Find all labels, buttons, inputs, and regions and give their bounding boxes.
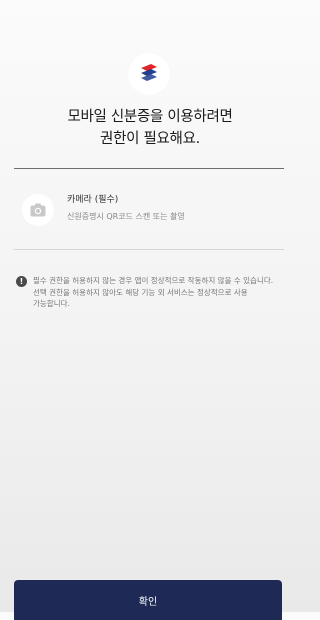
top-divider	[14, 168, 284, 169]
section-divider	[14, 249, 284, 250]
page-title-line-2: 권한이 필요해요.	[100, 131, 200, 147]
notice-text: 필수 권한을 허용하지 않는 경우 앱이 정상적으로 작동하지 않을 수 있습니…	[33, 276, 274, 308]
permission-description: 신원증명시 QR코드 스캔 또는 촬영	[67, 212, 185, 221]
permission-item-camera: 카메라 (필수) 신원증명시 QR코드 스캔 또는 촬영	[22, 194, 284, 226]
camera-icon	[30, 203, 46, 217]
confirm-button[interactable]: 확인	[14, 580, 282, 620]
camera-icon-wrap	[22, 194, 54, 226]
permission-title: 카메라 (필수)	[67, 195, 119, 205]
page-title-line-1: 모바일 신분증을 이용하려면	[67, 109, 233, 125]
confirm-button-label: 확인	[138, 597, 158, 608]
mobile-id-logo-icon	[141, 64, 157, 81]
app-logo	[128, 53, 170, 95]
page-title: 모바일 신분증을 이용하려면 권한이 필요해요.	[0, 106, 300, 150]
exclamation-icon: !	[16, 276, 27, 287]
